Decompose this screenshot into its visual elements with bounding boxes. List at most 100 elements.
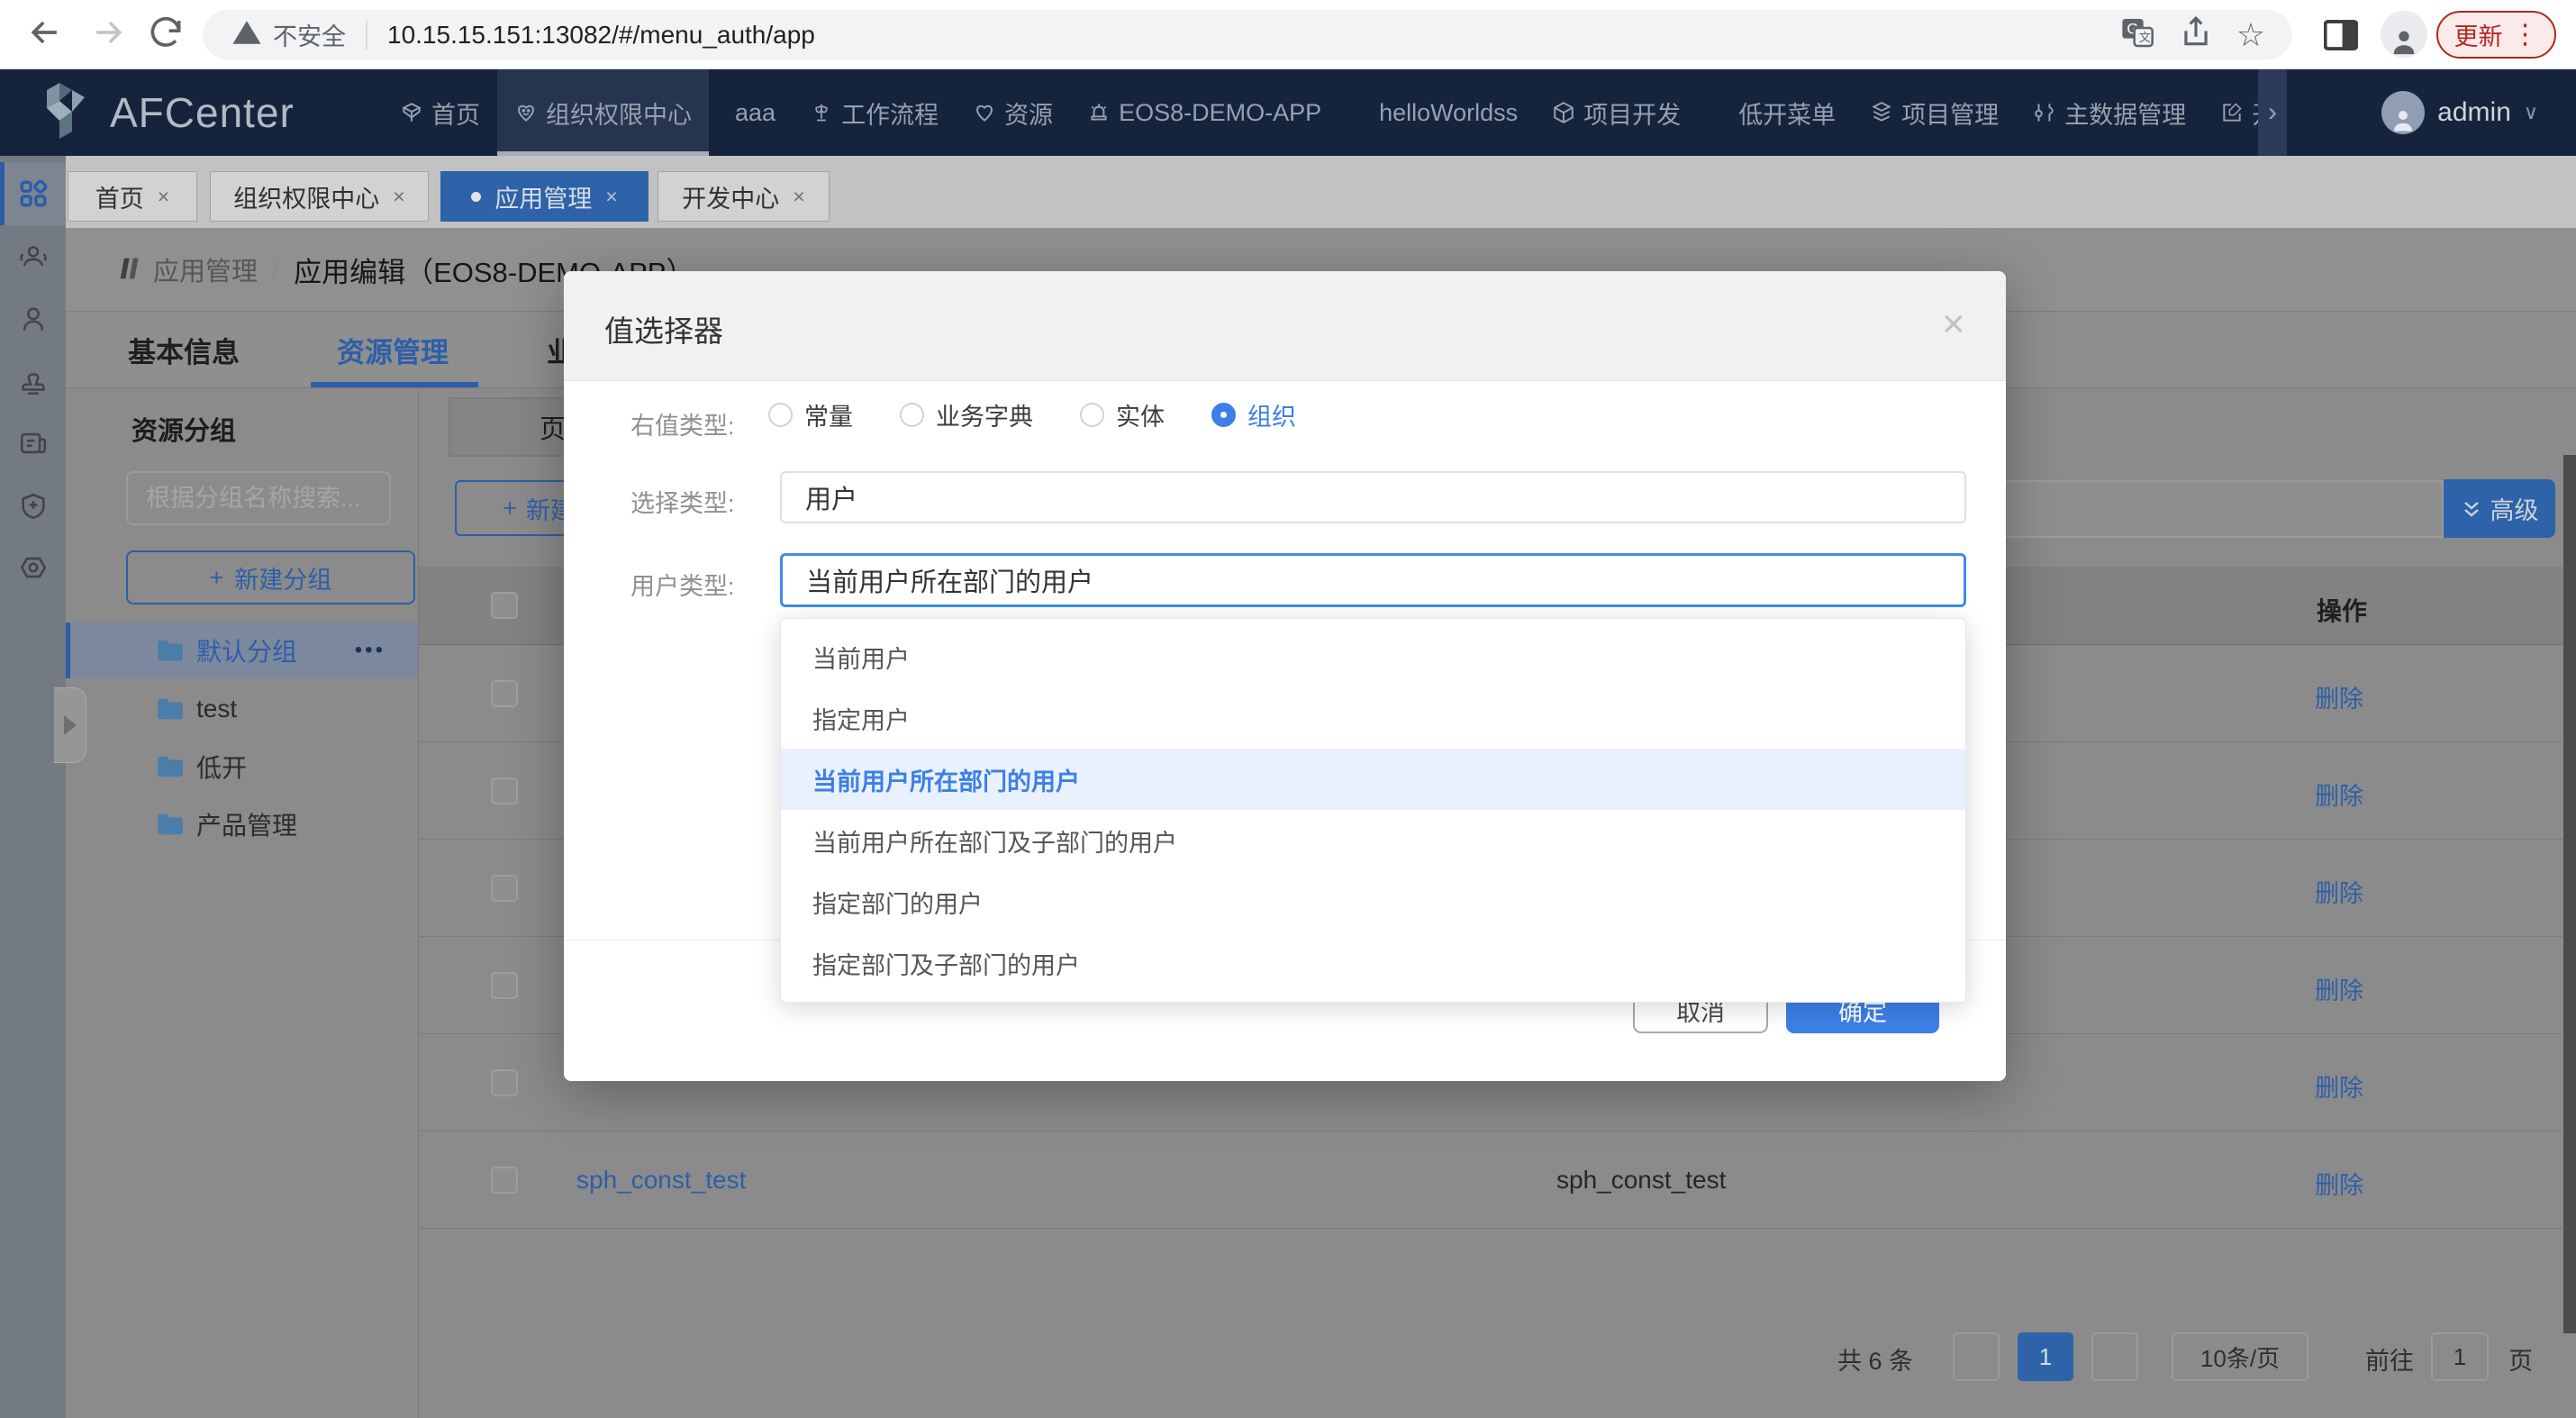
browser-profile-avatar[interactable] bbox=[2381, 11, 2427, 58]
nav-item-project-dev[interactable]: 项目开发 bbox=[1535, 69, 1698, 156]
rail-item-user[interactable] bbox=[0, 287, 66, 350]
dropdown-option[interactable]: 指定部门的用户 bbox=[781, 871, 1965, 932]
nav-item-helloworldss[interactable]: helloWorldss bbox=[1362, 69, 1535, 156]
rail-item-shield-add[interactable] bbox=[0, 475, 66, 538]
rail-item-user-groups[interactable] bbox=[0, 225, 66, 288]
dropdown-option[interactable]: 指定部门及子部门的用户 bbox=[781, 932, 1965, 994]
scrollbar[interactable] bbox=[2563, 455, 2576, 1333]
forward-icon[interactable] bbox=[88, 13, 128, 57]
pagination-page-1[interactable]: 1 bbox=[2018, 1332, 2073, 1381]
plus-icon: + bbox=[503, 495, 517, 523]
group-item-product-mgmt[interactable]: 产品管理 bbox=[66, 796, 418, 852]
delete-link[interactable]: 删除 bbox=[2315, 971, 2363, 1006]
row-checkbox[interactable] bbox=[491, 1167, 518, 1194]
nav-item-lowcode-menu[interactable]: 低开菜单 bbox=[1721, 69, 1853, 156]
back-icon[interactable] bbox=[25, 13, 65, 57]
select-all-checkbox[interactable] bbox=[491, 592, 518, 619]
radio-constant[interactable]: 常量 bbox=[768, 397, 853, 432]
sidebar-collapse-handle[interactable] bbox=[54, 687, 86, 763]
resource-name-link[interactable]: sph_const_test bbox=[576, 1166, 746, 1195]
goto-page-input[interactable]: 1 bbox=[2431, 1332, 2489, 1381]
reload-icon[interactable] bbox=[146, 13, 186, 57]
window-tab-app-mgmt[interactable]: 应用管理× bbox=[440, 171, 649, 222]
dropdown-option[interactable]: 当前用户所在部门及子部门的用户 bbox=[781, 810, 1965, 871]
window-tab-strip: 首页× 组织权限中心× 应用管理× 开发中心× bbox=[66, 156, 2576, 228]
address-bar[interactable]: 不安全 10.15.15.151:13082/#/menu_auth/app G… bbox=[203, 10, 2292, 59]
close-icon[interactable]: × bbox=[1942, 302, 1965, 347]
rail-item-stamp[interactable] bbox=[0, 350, 66, 414]
select-type-input[interactable] bbox=[780, 471, 1966, 523]
close-icon[interactable]: × bbox=[393, 185, 404, 209]
row-checkbox[interactable] bbox=[491, 972, 518, 999]
nav-item-resource[interactable]: 资源 bbox=[956, 69, 1070, 156]
edit-icon bbox=[2220, 101, 2244, 124]
window-tab-org-auth[interactable]: 组织权限中心× bbox=[210, 171, 429, 222]
dropdown-option[interactable]: 当前用户 bbox=[781, 626, 1965, 687]
close-icon[interactable]: × bbox=[793, 185, 804, 209]
row-checkbox[interactable] bbox=[491, 680, 518, 707]
brand[interactable]: AFCenter bbox=[41, 69, 295, 156]
dropdown-option[interactable]: 指定用户 bbox=[781, 687, 1965, 749]
new-group-button[interactable]: + 新建分组 bbox=[126, 550, 415, 604]
more-icon[interactable]: ••• bbox=[355, 638, 385, 663]
delete-link[interactable]: 删除 bbox=[2315, 679, 2363, 714]
url-text[interactable]: 10.15.15.151:13082/#/menu_auth/app bbox=[387, 21, 815, 50]
layers-icon bbox=[1870, 101, 1893, 124]
browser-update-button[interactable]: 更新 ⋮ bbox=[2436, 11, 2556, 59]
user-menu[interactable]: admin ∨ bbox=[2381, 69, 2538, 156]
breadcrumb-section[interactable]: 应用管理 bbox=[153, 250, 258, 288]
side-panel-icon[interactable] bbox=[2324, 20, 2358, 55]
group-item-test[interactable]: test bbox=[66, 681, 418, 737]
pagination-prev-button[interactable]: ‹ bbox=[1953, 1332, 2000, 1381]
dropdown-option-selected[interactable]: 当前用户所在部门的用户 bbox=[781, 749, 1965, 810]
nav-item-eos8-demo-app[interactable]: EOS8-DEMO-APP bbox=[1070, 69, 1338, 156]
nav-item-aaa[interactable]: aaa bbox=[718, 69, 793, 156]
folder-icon bbox=[157, 755, 184, 778]
radio-business-dict[interactable]: 业务字典 bbox=[900, 397, 1033, 432]
group-item-lowcode[interactable]: 低开 bbox=[66, 739, 418, 795]
delete-link[interactable]: 删除 bbox=[2315, 1166, 2363, 1201]
close-icon[interactable]: × bbox=[158, 185, 169, 209]
security-warning-label[interactable]: 不安全 bbox=[273, 17, 346, 52]
nav-item-workflow[interactable]: 工作流程 bbox=[793, 69, 956, 156]
advanced-button[interactable]: 高级 bbox=[2444, 479, 2555, 538]
close-icon[interactable]: × bbox=[605, 185, 617, 209]
rail-item-settings[interactable] bbox=[0, 536, 66, 599]
page-size-select[interactable]: 10条/页 bbox=[2172, 1332, 2308, 1381]
nav-item-org-auth-center[interactable]: 组织权限中心 bbox=[497, 69, 709, 156]
delete-link[interactable]: 删除 bbox=[2315, 777, 2363, 812]
translate-icon[interactable]: G文 bbox=[2119, 14, 2155, 55]
nav-item-project-mgmt[interactable]: 项目管理 bbox=[1853, 69, 2016, 156]
delete-link[interactable]: 删除 bbox=[2315, 874, 2363, 909]
share-icon[interactable] bbox=[2179, 15, 2213, 54]
nav-item-home[interactable]: 首页 bbox=[383, 69, 497, 156]
double-chevron-down-icon bbox=[2461, 497, 2482, 521]
nav-item-dev-center[interactable]: 开发中 bbox=[2203, 69, 2258, 156]
bookmark-star-icon[interactable]: ☆ bbox=[2236, 16, 2265, 54]
group-search-input[interactable] bbox=[126, 471, 391, 525]
shield-plus-icon bbox=[18, 491, 49, 522]
pagination-next-button[interactable]: › bbox=[2091, 1332, 2138, 1381]
user-name: admin bbox=[2437, 97, 2511, 128]
rail-item-news[interactable] bbox=[0, 412, 66, 475]
nav-overflow-chevron[interactable]: › bbox=[2258, 69, 2287, 156]
delete-link[interactable]: 删除 bbox=[2315, 1068, 2363, 1104]
browser-menu-icon: ⋮ bbox=[2512, 19, 2539, 50]
user-type-label: 用户类型: bbox=[630, 567, 735, 602]
browser-chrome: 不安全 10.15.15.151:13082/#/menu_auth/app G… bbox=[0, 0, 2576, 69]
radio-organization[interactable]: 组织 bbox=[1211, 397, 1296, 432]
window-tab-home[interactable]: 首页× bbox=[68, 171, 197, 222]
group-item-default[interactable]: 默认分组 ••• bbox=[66, 623, 418, 678]
row-checkbox[interactable] bbox=[491, 875, 518, 902]
tab-resource-mgmt[interactable]: 资源管理 bbox=[337, 312, 449, 387]
user-type-input[interactable] bbox=[780, 553, 1966, 607]
rail-item-apps[interactable] bbox=[0, 162, 66, 225]
panel-title: 资源分组 bbox=[132, 410, 236, 448]
row-checkbox[interactable] bbox=[491, 1069, 518, 1096]
nav-item-master-data[interactable]: 主数据管理 bbox=[2016, 69, 2203, 156]
tab-basic-info[interactable]: 基本信息 bbox=[128, 312, 240, 387]
collapse-arrow-icon bbox=[64, 715, 77, 735]
radio-entity[interactable]: 实体 bbox=[1080, 397, 1165, 432]
row-checkbox[interactable] bbox=[491, 777, 518, 804]
window-tab-dev-center[interactable]: 开发中心× bbox=[658, 171, 830, 222]
